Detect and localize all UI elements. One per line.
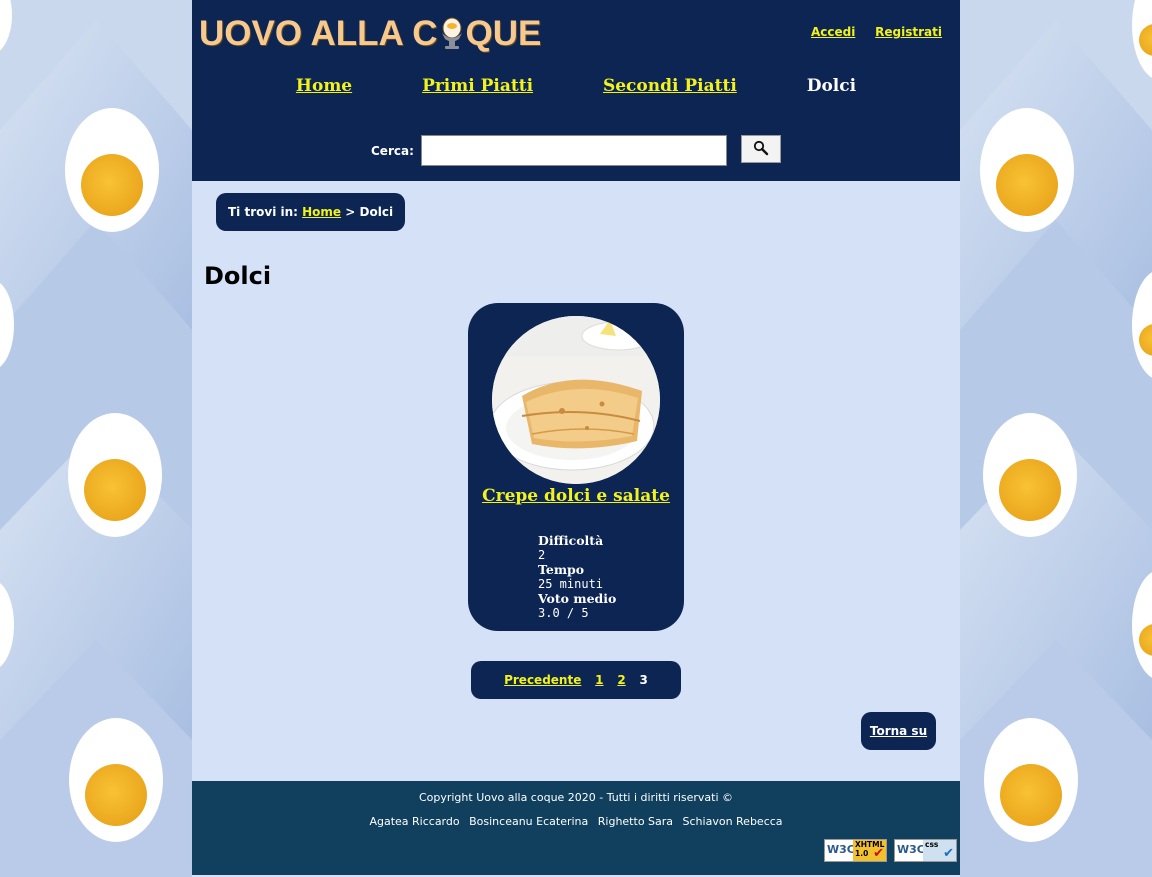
login-link[interactable]: Accedi [811, 25, 855, 39]
check-icon: ✔ [873, 846, 884, 861]
xhtml-tag-line2: 1.0 [855, 849, 869, 858]
w3c-css-badge[interactable]: W3C css ✔ [894, 839, 957, 862]
main-nav: Home Primi Piatti Secondi Piatti Dolci [192, 76, 960, 96]
page-container: UOVO ALLA C QUE Accedi Registrati Home P… [192, 0, 960, 877]
rating-label: Voto medio [538, 590, 617, 606]
author-name: Schiavon Rebecca [682, 815, 783, 828]
search-form: Cerca: [192, 134, 960, 168]
author-name: Bosinceanu Ecaterina [469, 815, 589, 828]
authors-list: Agatea Riccardo Bosinceanu Ecaterina Rig… [192, 815, 960, 828]
logo-text-end: QUE [465, 14, 542, 53]
page-title: Dolci [204, 262, 272, 290]
search-label: Cerca: [371, 144, 414, 158]
pagination: Precedente 1 2 3 [471, 661, 681, 699]
w3c-xhtml-badge[interactable]: W3C XHTML 1.0 ✔ [824, 839, 887, 862]
back-to-top: Torna su [861, 712, 936, 750]
nav-item-home[interactable]: Home [296, 76, 352, 96]
difficulty-value: 2 [538, 548, 546, 563]
logo-text-start: UOVO ALLA C [199, 14, 438, 53]
search-icon [753, 140, 769, 155]
site-logo[interactable]: UOVO ALLA C QUE [199, 12, 541, 56]
breadcrumb-current: Dolci [359, 205, 394, 219]
recipe-details: Difficoltà 2 Tempo 25 minuti Voto medio … [538, 533, 617, 621]
pagination-previous[interactable]: Precedente [504, 673, 581, 687]
author-name: Agatea Riccardo [369, 815, 460, 828]
copyright-text: Copyright Uovo alla coque 2020 - Tutti i… [418, 791, 734, 804]
check-icon: ✔ [943, 846, 954, 861]
auth-links: Accedi Registrati [795, 25, 942, 39]
nav-item-secondi-piatti[interactable]: Secondi Piatti [603, 76, 737, 96]
w3c-logo-text: W3C [897, 843, 925, 856]
search-input[interactable] [421, 135, 727, 166]
w3c-logo-text: W3C [827, 843, 855, 856]
recipe-card: Crepe dolci e salate Difficoltà 2 Tempo … [468, 303, 684, 631]
css-tag-line1: css [925, 840, 939, 849]
breadcrumb: Ti trovi in: Home > Dolci [216, 193, 406, 231]
nav-item-dolci-current: Dolci [806, 76, 857, 96]
site-header: UOVO ALLA C QUE Accedi Registrati Home P… [192, 0, 960, 181]
recipe-title: Crepe dolci e salate [468, 486, 684, 507]
time-value: 25 minuti [538, 577, 604, 592]
recipe-title-link[interactable]: Crepe dolci e salate [482, 486, 670, 506]
breadcrumb-prefix: Ti trovi in: [228, 205, 298, 219]
difficulty-label: Difficoltà [538, 533, 604, 548]
pagination-current-page: 3 [639, 673, 648, 687]
breadcrumb-home-link[interactable]: Home [302, 205, 341, 219]
back-to-top-link[interactable]: Torna su [870, 724, 927, 738]
search-button[interactable] [741, 135, 781, 163]
author-name: Righetto Sara [597, 815, 674, 828]
time-label: Tempo [538, 561, 585, 577]
register-link[interactable]: Registrati [875, 25, 942, 39]
nav-item-primi-piatti[interactable]: Primi Piatti [422, 76, 533, 96]
recipe-photo[interactable] [492, 316, 660, 484]
site-footer: Copyright Uovo alla coque 2020 - Tutti i… [192, 781, 960, 875]
rating-value: 3.0 / 5 [538, 606, 589, 621]
breadcrumb-separator: > [345, 205, 356, 219]
pagination-page-1[interactable]: 1 [595, 673, 603, 687]
egg-cup-icon [441, 17, 462, 49]
pagination-page-2[interactable]: 2 [617, 673, 625, 687]
